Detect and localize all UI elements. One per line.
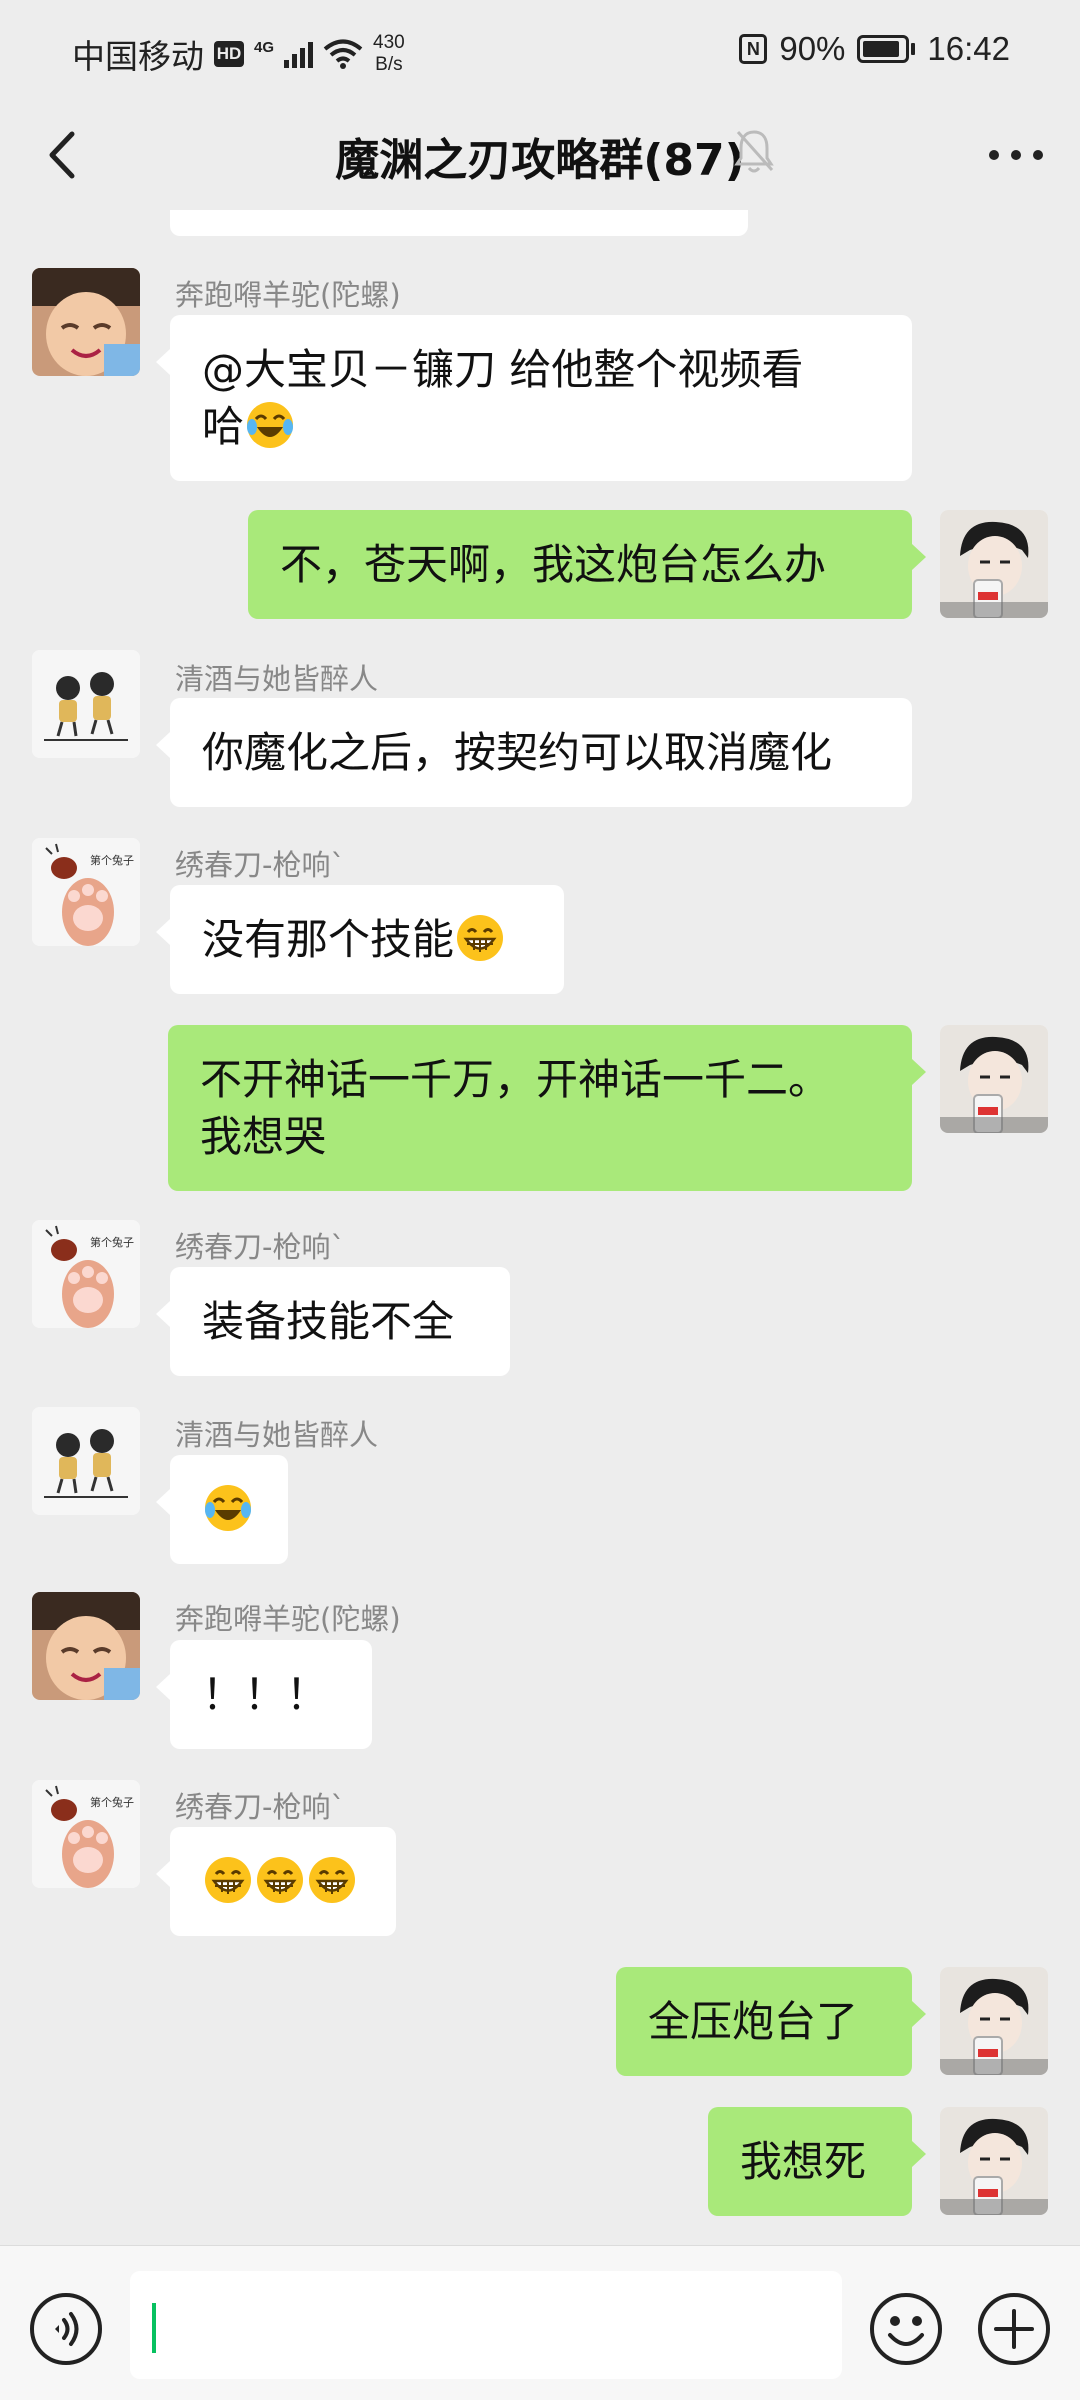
sender-name: 清酒与她皆醉人	[175, 1418, 379, 1452]
sender-name: 奔跑嘚羊驼(陀螺)	[175, 278, 401, 312]
wifi-icon	[323, 39, 363, 69]
grin-emoji-icon	[205, 1857, 251, 1903]
bell-muted-icon	[734, 130, 774, 173]
carrier-label: 中国移动	[72, 38, 204, 75]
svg-text:第个兔子: 第个兔子	[90, 853, 134, 867]
avatar[interactable]: 第个兔子	[32, 1780, 140, 1888]
hd-icon: HD	[214, 41, 244, 67]
chat-message-list[interactable]: 奔跑嘚羊驼(陀螺) @大宝贝－镰刀 给他整个视频看 哈 不，苍天啊，我这炮台怎么…	[0, 210, 1080, 2245]
more-dots-icon[interactable]	[976, 122, 1056, 188]
sender-name: 奔跑嘚羊驼(陀螺)	[175, 1602, 401, 1636]
signal-icon	[284, 40, 314, 68]
grin-emoji-icon	[257, 1857, 303, 1903]
battery-percent: 90%	[779, 30, 846, 67]
message-bubble[interactable]: 全压炮台了	[616, 1967, 926, 2076]
svg-text:第个兔子: 第个兔子	[90, 1795, 134, 1809]
message-bubble[interactable]: @大宝贝－镰刀 给他整个视频看 哈	[156, 315, 912, 481]
chat-title: 魔渊之刃攻略群(87)	[335, 135, 745, 186]
grin-emoji-icon	[457, 915, 504, 961]
emoji-icon[interactable]	[868, 2291, 944, 2367]
avatar[interactable]	[940, 1967, 1048, 2075]
laugh-tears-emoji-icon	[205, 1485, 251, 1531]
avatar[interactable]	[32, 1592, 140, 1700]
input-bar	[0, 2245, 1080, 2400]
avatar[interactable]: 第个兔子	[32, 838, 140, 946]
nfc-icon: N	[739, 34, 768, 64]
plus-icon[interactable]	[976, 2291, 1052, 2367]
avatar[interactable]	[32, 268, 140, 376]
sender-name: 绣春刀-枪响`	[175, 848, 345, 882]
message-bubble[interactable]	[156, 1455, 288, 1564]
message-bubble[interactable]: 没有那个技能	[156, 885, 564, 994]
sender-name: 绣春刀-枪响`	[175, 1230, 345, 1264]
message-bubble[interactable]: 我想死	[708, 2107, 926, 2216]
network-speed: 430 B/s	[373, 32, 405, 75]
chat-header: 魔渊之刃攻略群(87)	[0, 100, 1080, 210]
svg-text:第个兔子: 第个兔子	[90, 1235, 134, 1249]
battery-icon	[857, 35, 916, 63]
message-bubble[interactable]: 不开神话一千万，开神话一千二。 我想哭	[168, 1025, 926, 1191]
message-bubble[interactable]: 你魔化之后，按契约可以取消魔化	[156, 698, 912, 807]
text-cursor	[152, 2303, 156, 2353]
truncated-message-bubble	[170, 210, 748, 236]
avatar[interactable]: 第个兔子	[32, 1220, 140, 1328]
message-bubble[interactable]: 不，苍天啊，我这炮台怎么办	[248, 510, 926, 619]
voice-icon[interactable]	[28, 2291, 104, 2367]
status-bar: 中国移动 HD 4G 430 B/s N 90% 16:42	[0, 0, 1080, 100]
network-type: 4G	[254, 38, 275, 56]
message-input[interactable]	[130, 2271, 842, 2379]
clock: 16:42	[927, 30, 1010, 67]
avatar[interactable]	[940, 2107, 1048, 2215]
avatar[interactable]	[32, 650, 140, 758]
message-bubble[interactable]	[156, 1827, 396, 1936]
sender-name: 清酒与她皆醉人	[175, 662, 379, 696]
grin-emoji-icon	[309, 1857, 355, 1903]
message-bubble[interactable]: 装备技能不全	[156, 1267, 510, 1376]
laugh-tears-emoji-icon	[247, 402, 294, 448]
avatar[interactable]	[940, 510, 1048, 618]
message-bubble[interactable]: ！！！	[156, 1640, 372, 1749]
avatar[interactable]	[32, 1407, 140, 1515]
avatar[interactable]	[940, 1025, 1048, 1133]
sender-name: 绣春刀-枪响`	[175, 1790, 345, 1824]
